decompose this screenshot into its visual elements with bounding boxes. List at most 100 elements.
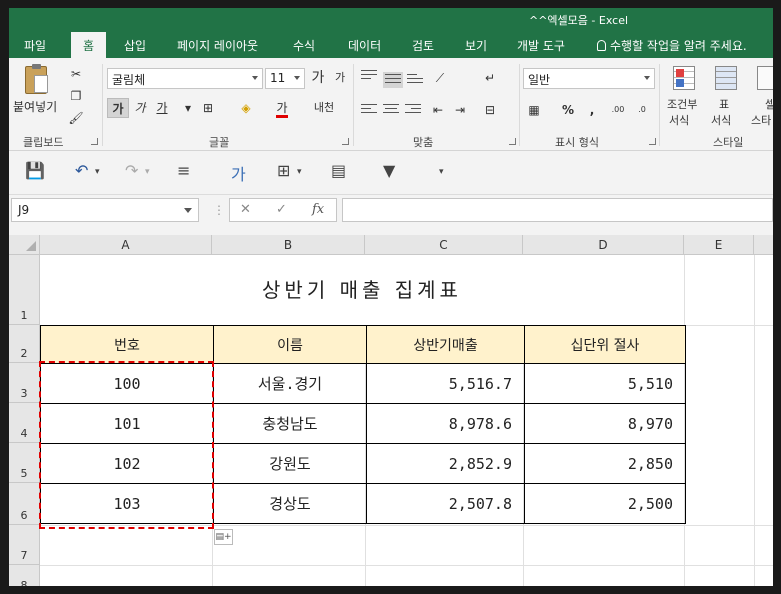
- align-left-icon[interactable]: [361, 104, 377, 116]
- table-qat-icon[interactable]: ▤: [331, 161, 346, 180]
- copy-icon[interactable]: ❐: [65, 86, 87, 106]
- cell-number[interactable]: 102: [40, 443, 214, 484]
- select-all-corner[interactable]: [9, 235, 40, 255]
- tab-review[interactable]: 검토: [412, 37, 434, 54]
- cell-name[interactable]: 경상도: [213, 483, 367, 524]
- increase-indent-icon[interactable]: ⇥: [449, 100, 471, 120]
- format-as-table-button[interactable]: 표 서식: [707, 64, 743, 130]
- cell-name[interactable]: 강원도: [213, 443, 367, 484]
- align-center-icon[interactable]: [383, 104, 399, 116]
- tab-page-layout[interactable]: 페이지 레이아웃: [177, 37, 258, 54]
- tab-developer[interactable]: 개발 도구: [517, 37, 565, 54]
- merge-center-icon[interactable]: ⊟: [479, 100, 501, 120]
- tab-data[interactable]: 데이터: [348, 37, 381, 54]
- row-header-3[interactable]: 3: [9, 363, 40, 403]
- formula-input[interactable]: [342, 198, 773, 222]
- cell-number[interactable]: 101: [40, 403, 214, 444]
- merge-dropdown-icon[interactable]: ▾: [297, 167, 302, 177]
- redo-dropdown-icon[interactable]: ▾: [145, 167, 150, 177]
- tab-file[interactable]: 파일: [24, 37, 46, 54]
- insert-function-button[interactable]: fx: [312, 202, 324, 217]
- alignment-launcher-icon[interactable]: [509, 138, 516, 145]
- cell-number[interactable]: 103: [40, 483, 214, 524]
- paste-options-icon[interactable]: ▤+: [214, 529, 233, 545]
- clipboard-launcher-icon[interactable]: [91, 138, 98, 145]
- header-cell-number[interactable]: 번호: [40, 325, 214, 364]
- tell-me-search[interactable]: 수행할 작업을 알려 주세요.: [597, 37, 747, 54]
- phonetic-button[interactable]: 내천: [313, 98, 335, 118]
- row-header-7[interactable]: 7: [9, 525, 40, 565]
- column-header-e[interactable]: E: [684, 235, 754, 255]
- cancel-icon[interactable]: ✕: [240, 202, 251, 217]
- fill-color-icon[interactable]: ◈: [235, 98, 257, 118]
- align-right-icon[interactable]: [405, 104, 421, 116]
- font-color-button[interactable]: 가: [271, 98, 293, 118]
- column-header-f[interactable]: [754, 235, 773, 255]
- cell-rounded[interactable]: 8,970: [524, 403, 686, 444]
- grow-font-icon[interactable]: 가: [307, 68, 329, 88]
- column-header-a[interactable]: A: [40, 235, 212, 255]
- paste-button[interactable]: 붙여넣기: [13, 64, 59, 122]
- row-header-4[interactable]: 4: [9, 403, 40, 443]
- tab-home[interactable]: 홈: [71, 32, 107, 58]
- cell-name[interactable]: 서울.경기: [213, 363, 367, 404]
- cell-sales[interactable]: 8,978.6: [366, 403, 525, 444]
- italic-button[interactable]: 가: [129, 98, 151, 118]
- row-header-2[interactable]: 2: [9, 325, 40, 363]
- header-cell-sales[interactable]: 상반기매출: [366, 325, 525, 364]
- column-header-c[interactable]: C: [365, 235, 523, 255]
- font-launcher-icon[interactable]: [342, 138, 349, 145]
- undo-dropdown-icon[interactable]: ▾: [95, 167, 100, 177]
- underline-button[interactable]: 가: [151, 98, 173, 118]
- cell-sales[interactable]: 2,852.9: [366, 443, 525, 484]
- wrap-text-icon[interactable]: ↵: [479, 68, 501, 88]
- row-header-6[interactable]: 6: [9, 483, 40, 525]
- cell-name[interactable]: 충청남도: [213, 403, 367, 444]
- row-header-1[interactable]: 1: [9, 255, 40, 325]
- sheet-title[interactable]: 상반기 매출 집계표: [40, 255, 684, 325]
- tab-insert[interactable]: 삽입: [124, 37, 146, 54]
- format-painter-icon[interactable]: 🖌: [65, 108, 87, 128]
- align-middle-icon[interactable]: [383, 72, 403, 88]
- undo-icon[interactable]: ↶: [75, 161, 88, 180]
- number-format-select[interactable]: 일반: [523, 68, 655, 89]
- column-header-d[interactable]: D: [523, 235, 684, 255]
- tab-view[interactable]: 보기: [465, 37, 487, 54]
- name-box[interactable]: J9: [11, 198, 199, 222]
- redo-icon[interactable]: ↷: [125, 161, 138, 180]
- number-launcher-icon[interactable]: [649, 138, 656, 145]
- row-header-8[interactable]: 8: [9, 565, 40, 586]
- cell-sales[interactable]: 5,516.7: [366, 363, 525, 404]
- align-top-icon[interactable]: [361, 70, 377, 82]
- increase-decimal-icon[interactable]: .00: [607, 100, 629, 120]
- cell-sales[interactable]: 2,507.8: [366, 483, 525, 524]
- header-cell-name[interactable]: 이름: [213, 325, 367, 364]
- column-header-b[interactable]: B: [212, 235, 365, 255]
- font-size-select[interactable]: 11: [265, 68, 305, 89]
- orientation-icon[interactable]: ⟋: [429, 68, 451, 88]
- decrease-decimal-icon[interactable]: .0: [631, 100, 653, 120]
- cell-rounded[interactable]: 5,510: [524, 363, 686, 404]
- cell-rounded[interactable]: 2,500: [524, 483, 686, 524]
- qat-customize-icon[interactable]: ▾: [439, 167, 444, 177]
- header-cell-rounded[interactable]: 십단위 절사: [524, 325, 686, 364]
- font-style-qat-icon[interactable]: 가: [231, 161, 246, 185]
- cell-rounded[interactable]: 2,850: [524, 443, 686, 484]
- align-center-qat-icon[interactable]: ≡: [177, 161, 190, 180]
- bold-button[interactable]: 가: [107, 98, 129, 118]
- conditional-formatting-button[interactable]: 조건부 서식: [663, 64, 701, 130]
- save-icon[interactable]: 💾: [25, 161, 45, 180]
- cut-icon[interactable]: ✂: [65, 64, 87, 84]
- row-header-5[interactable]: 5: [9, 443, 40, 483]
- accounting-format-icon[interactable]: ▦: [523, 100, 545, 120]
- cell-styles-button[interactable]: 셀 스타: [749, 64, 773, 130]
- enter-icon[interactable]: ✓: [276, 202, 287, 217]
- merge-qat-icon[interactable]: ⊞: [277, 161, 290, 180]
- filter-icon[interactable]: ▼: [383, 161, 395, 180]
- shrink-font-icon[interactable]: 가: [329, 68, 351, 88]
- align-bottom-icon[interactable]: [407, 74, 423, 86]
- borders-icon[interactable]: ⊞: [197, 98, 219, 118]
- tab-formulas[interactable]: 수식: [293, 37, 315, 54]
- decrease-indent-icon[interactable]: ⇤: [427, 100, 449, 120]
- cell-number[interactable]: 100: [40, 363, 214, 404]
